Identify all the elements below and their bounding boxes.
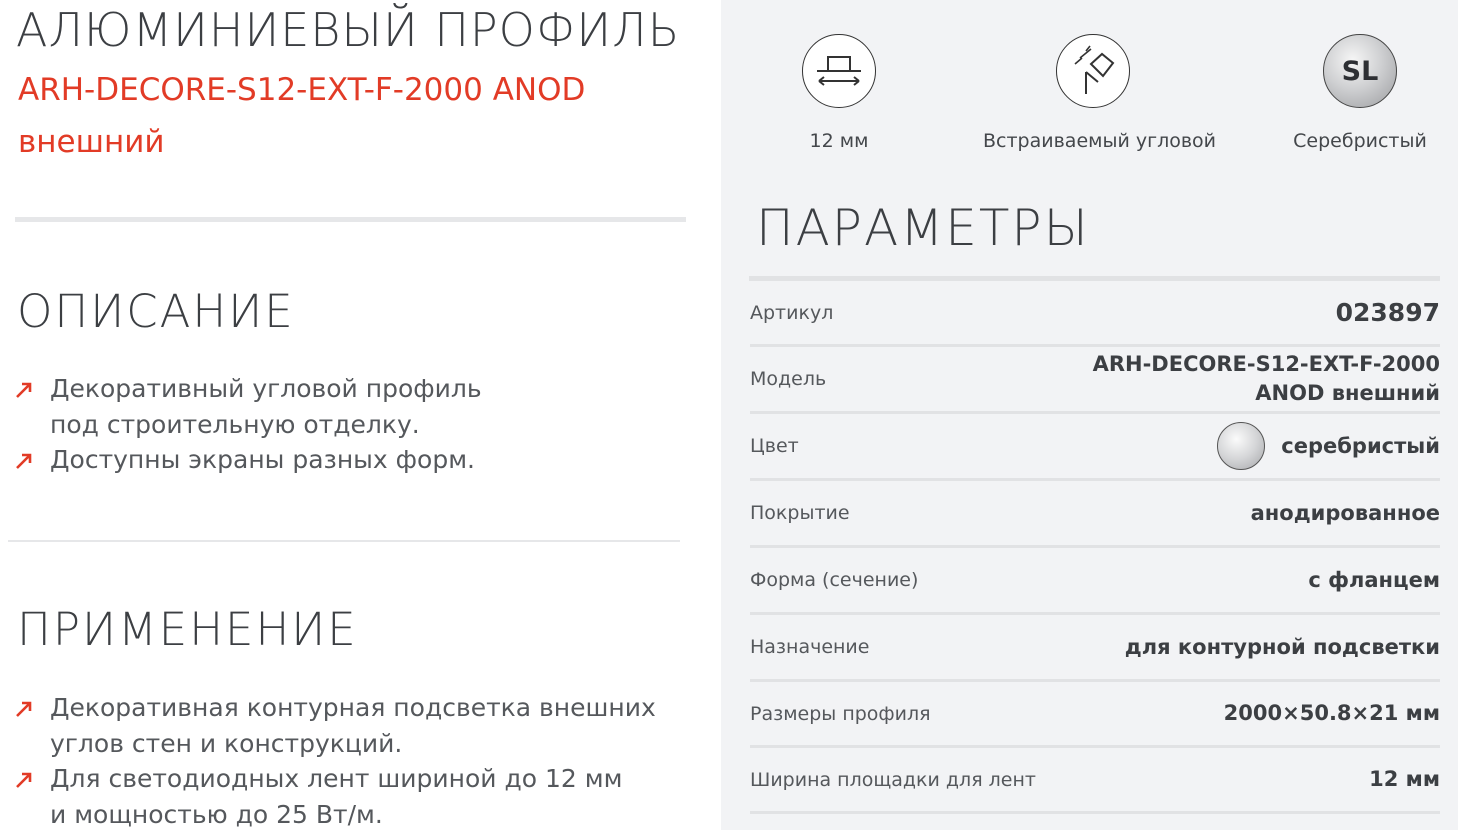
list-item-line: под строительную отделку.: [50, 407, 616, 443]
feature-mount: Встраиваемый угловой: [983, 34, 1203, 152]
product-title: АЛЮМИНИЕВЫЙ ПРОФИЛЬ: [16, 2, 680, 58]
feature-label: Серебристый: [1250, 130, 1458, 152]
param-row-article: Артикул 023897: [750, 281, 1440, 347]
list-item-line: углов стен и конструкций.: [50, 726, 676, 762]
param-value: 12 мм: [1369, 765, 1440, 794]
param-row-purpose: Назначение для контурной подсветки: [750, 615, 1440, 682]
arrow-bullet-icon: [16, 382, 32, 398]
param-label: Цвет: [750, 435, 799, 457]
description-heading: ОПИСАНИЕ: [17, 286, 295, 338]
param-value: для контурной подсветки: [1125, 633, 1440, 662]
section-divider: [8, 540, 680, 542]
param-row-shape: Форма (сечение) с фланцем: [750, 548, 1440, 615]
param-row-tape-width: Ширина площадки для лент 12 мм: [750, 748, 1440, 814]
list-item-line: и мощностью до 25 Вт/м.: [50, 797, 676, 832]
feature-label: Встраиваемый угловой: [983, 130, 1203, 152]
param-label: Размеры профиля: [750, 703, 931, 725]
corner-recessed-icon: [1056, 34, 1130, 108]
arrow-bullet-icon: [16, 772, 32, 788]
list-item-line: Для светодиодных лент шириной до 12 мм: [50, 761, 676, 797]
title-divider: [15, 217, 686, 222]
list-item: Для светодиодных лент шириной до 12 мм и…: [16, 761, 676, 832]
param-value: 2000×50.8×21 мм: [1224, 699, 1440, 728]
param-label: Артикул: [750, 302, 833, 324]
param-label: Форма (сечение): [750, 569, 918, 591]
product-subtitle: ARH-DECORE-S12-EXT-F-2000 ANOD внешний: [18, 64, 678, 168]
parameters-panel: 12 мм Встраиваемый угловой SL Серебристы…: [721, 0, 1458, 830]
param-label: Покрытие: [750, 502, 850, 524]
param-value-line: ARH-DECORE-S12-EXT-F-2000: [1093, 350, 1440, 379]
product-model-variant: внешний: [18, 116, 678, 168]
param-label: Ширина площадки для лент: [750, 769, 1036, 791]
param-value-text: серебристый: [1281, 432, 1440, 461]
param-row-dimensions: Размеры профиля 2000×50.8×21 мм: [750, 682, 1440, 748]
list-item: Декоративная контурная подсветка внешних…: [16, 690, 676, 761]
param-value-line: ANOD внешний: [1093, 379, 1440, 408]
description-list: Декоративный угловой профиль под строите…: [16, 371, 616, 478]
width-icon: [802, 34, 876, 108]
color-swatch-icon: [1217, 422, 1265, 470]
parameters-heading: ПАРАМЕТРЫ: [756, 198, 1090, 258]
application-list: Декоративная контурная подсветка внешних…: [16, 690, 676, 832]
param-value: 023897: [1336, 298, 1440, 327]
feature-width: 12 мм: [729, 34, 949, 152]
param-label: Назначение: [750, 636, 869, 658]
product-model-name: ARH-DECORE-S12-EXT-F-2000 ANOD: [18, 64, 678, 116]
param-row-coating: Покрытие анодированное: [750, 481, 1440, 548]
list-item: Доступны экраны разных форм.: [16, 442, 616, 478]
param-value: серебристый: [1217, 422, 1440, 470]
feature-label: 12 мм: [729, 130, 949, 152]
param-value: с фланцем: [1308, 566, 1440, 595]
product-info-column: АЛЮМИНИЕВЫЙ ПРОФИЛЬ ARH-DECORE-S12-EXT-F…: [0, 0, 700, 830]
param-value: анодированное: [1251, 499, 1440, 528]
list-item-line: Декоративный угловой профиль: [50, 371, 616, 407]
param-label: Модель: [750, 368, 826, 390]
color-sl-icon: SL: [1323, 34, 1397, 108]
arrow-bullet-icon: [16, 453, 32, 469]
application-heading: ПРИМЕНЕНИЕ: [17, 604, 358, 656]
param-row-color: Цвет серебристый: [750, 414, 1440, 481]
list-item: Декоративный угловой профиль под строите…: [16, 371, 616, 442]
list-item-line: Декоративная контурная подсветка внешних: [50, 690, 676, 726]
list-item-line: Доступны экраны разных форм.: [50, 442, 616, 478]
param-value: ARH-DECORE-S12-EXT-F-2000 ANOD внешний: [1093, 350, 1440, 408]
feature-color: SL Серебристый: [1250, 34, 1458, 152]
arrow-bullet-icon: [16, 701, 32, 717]
param-row-model: Модель ARH-DECORE-S12-EXT-F-2000 ANOD вн…: [750, 347, 1440, 414]
